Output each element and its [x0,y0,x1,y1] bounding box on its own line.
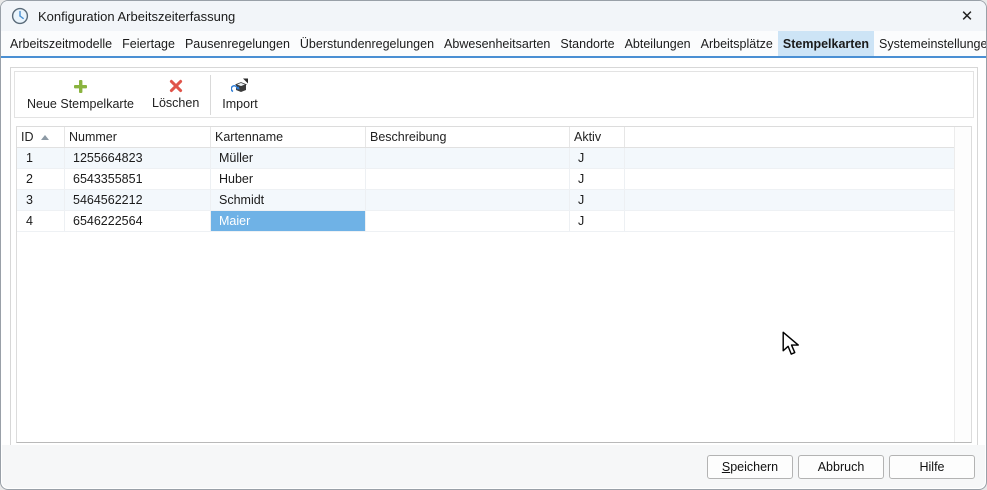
footer-bar: Speichern Abbruch Hilfe [2,445,985,488]
stempelkarten-table: ID Nummer Kartenname Beschreibung Aktiv … [16,126,972,443]
tab-stempelkarten[interactable]: Stempelkarten [778,31,874,56]
cell-filler [625,148,954,168]
table-row: 4 6546222564 Maier J [17,211,954,232]
tab-arbeitszeitmodelle[interactable]: Arbeitszeitmodelle [5,31,117,56]
tab-bar: Arbeitszeitmodelle Feiertage Pausenregel… [1,31,986,58]
tab-content-panel: Neue Stempelkarte Löschen Import [10,67,978,447]
table-header-row: ID Nummer Kartenname Beschreibung Aktiv [17,127,954,148]
cell-kartenname[interactable]: Huber [211,169,366,189]
selected-cell-kartenname[interactable]: Maier [211,211,366,231]
cell-id[interactable]: 1 [17,148,65,168]
cell-nummer[interactable]: 5464562212 [65,190,211,210]
table-row: 3 5464562212 Schmidt J [17,190,954,211]
table-row: 1 1255664823 Müller J [17,148,954,169]
plus-icon [73,79,88,94]
cancel-button[interactable]: Abbruch [798,455,884,479]
delete-button[interactable]: Löschen [143,73,208,116]
cell-beschreibung[interactable] [366,169,570,189]
cell-nummer[interactable]: 1255664823 [65,148,211,168]
title-bar: Konfiguration Arbeitszeiterfassung ✕ [1,1,986,31]
cell-id[interactable]: 3 [17,190,65,210]
tab-systemeinstellungen[interactable]: Systemeinstellungen [874,31,986,56]
column-header-aktiv[interactable]: Aktiv [570,127,625,147]
sort-ascending-icon [41,135,49,140]
column-header-beschreibung[interactable]: Beschreibung [366,127,570,147]
save-button[interactable]: Speichern [707,455,793,479]
cell-beschreibung[interactable] [366,148,570,168]
cell-aktiv[interactable]: J [570,211,625,231]
cell-kartenname[interactable]: Schmidt [211,190,366,210]
tab-feiertage[interactable]: Feiertage [117,31,180,56]
toolbar: Neue Stempelkarte Löschen Import [14,71,974,118]
cell-filler [625,211,954,231]
clock-icon [11,7,29,25]
column-header-nummer[interactable]: Nummer [65,127,211,147]
cell-kartenname[interactable]: Müller [211,148,366,168]
import-icon [231,78,250,94]
tab-abwesenheitsarten[interactable]: Abwesenheitsarten [439,31,555,56]
import-button[interactable]: Import [213,73,266,116]
cell-nummer[interactable]: 6543355851 [65,169,211,189]
tab-pausenregelungen[interactable]: Pausenregelungen [180,31,295,56]
vertical-scrollbar[interactable] [954,127,971,442]
cell-id[interactable]: 2 [17,169,65,189]
cell-beschreibung[interactable] [366,190,570,210]
cell-aktiv[interactable]: J [570,169,625,189]
close-button[interactable]: ✕ [952,3,982,29]
delete-x-icon [169,79,183,93]
tab-arbeitsplaetze[interactable]: Arbeitsplätze [696,31,778,56]
cell-beschreibung[interactable] [366,211,570,231]
window-title: Konfiguration Arbeitszeiterfassung [38,9,235,24]
cell-filler [625,169,954,189]
new-stempelkarte-button[interactable]: Neue Stempelkarte [18,73,143,116]
table-row: 2 6543355851 Huber J [17,169,954,190]
column-header-filler [625,127,954,147]
tab-abteilungen[interactable]: Abteilungen [620,31,696,56]
tab-ueberstundenregelungen[interactable]: Überstundenregelungen [295,31,439,56]
help-button[interactable]: Hilfe [889,455,975,479]
cell-aktiv[interactable]: J [570,148,625,168]
toolbar-separator [210,75,211,115]
cell-nummer[interactable]: 6546222564 [65,211,211,231]
cell-filler [625,190,954,210]
tab-standorte[interactable]: Standorte [555,31,619,56]
cell-aktiv[interactable]: J [570,190,625,210]
dialog-window: Konfiguration Arbeitszeiterfassung ✕ Arb… [0,0,987,490]
column-header-id[interactable]: ID [17,127,65,147]
cell-id[interactable]: 4 [17,211,65,231]
column-header-kartenname[interactable]: Kartenname [211,127,366,147]
